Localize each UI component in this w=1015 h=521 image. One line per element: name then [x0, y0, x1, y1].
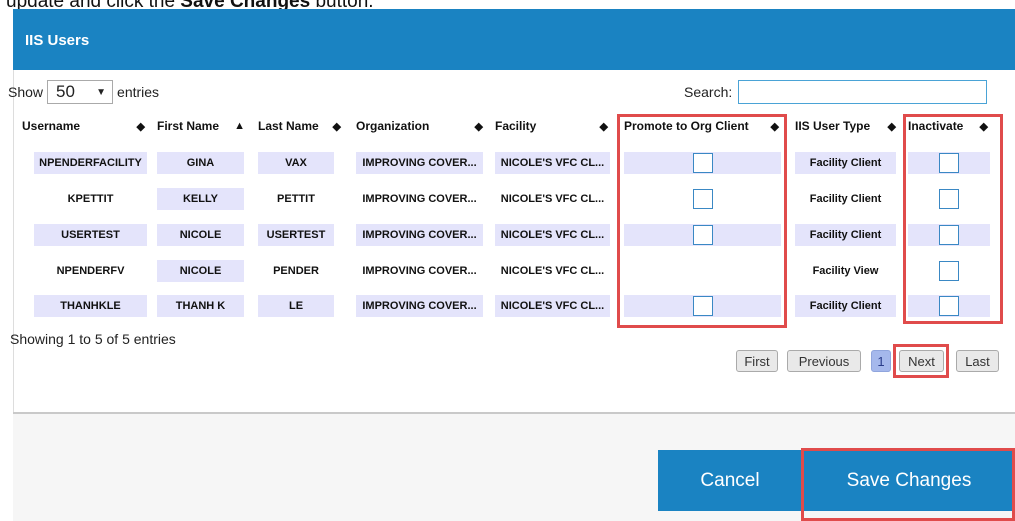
sort-icon: ◆	[979, 120, 988, 133]
search-label: Search:	[684, 84, 733, 100]
cell-user-type: Facility Client	[795, 224, 896, 246]
sort-icon: ◆	[474, 120, 483, 133]
col-header-user-type[interactable]: IIS User Type ◆	[795, 117, 896, 135]
inactivate-checkbox[interactable]	[939, 225, 959, 245]
cell-inactivate	[908, 260, 990, 282]
promote-checkbox[interactable]	[692, 296, 713, 316]
promote-checkbox[interactable]	[692, 153, 713, 173]
col-header-first-name[interactable]: First Name ▲	[157, 117, 245, 135]
cell-facility: NICOLE'S VFC CL...	[495, 295, 610, 317]
cell-user-type: Facility View	[812, 265, 879, 277]
sort-icon: ◆	[599, 120, 608, 133]
cell-last-name: USERTEST	[258, 224, 334, 246]
show-label: Show	[8, 84, 44, 100]
cell-username: USERTEST	[34, 224, 147, 246]
cell-first-name: KELLY	[157, 188, 244, 210]
pagination-next-button[interactable]: Next	[899, 350, 944, 372]
cell-first-name: THANH K	[157, 295, 244, 317]
search-input[interactable]	[738, 80, 988, 104]
table-info: Showing 1 to 5 of 5 entries	[10, 331, 176, 347]
cell-promote	[624, 152, 781, 174]
cell-first-name: GINA	[157, 152, 244, 174]
cell-organization: IMPROVING COVER...	[362, 193, 477, 205]
col-header-organization[interactable]: Organization ◆	[356, 117, 483, 135]
cell-promote	[624, 188, 781, 210]
promote-checkbox[interactable]	[692, 225, 713, 245]
col-header-username[interactable]: Username ◆	[22, 117, 145, 135]
pagination-previous-button[interactable]: Previous	[787, 350, 861, 372]
save-changes-button[interactable]: Save Changes	[803, 450, 1015, 511]
cell-username: KPETTIT	[67, 193, 114, 205]
inactivate-checkbox[interactable]	[939, 296, 959, 316]
modal-header: IIS Users	[13, 9, 1015, 70]
dropdown-arrow-icon: ▼	[96, 86, 107, 98]
cell-promote	[624, 224, 781, 246]
col-header-facility[interactable]: Facility ◆	[495, 117, 608, 135]
cell-facility: NICOLE'S VFC CL...	[495, 224, 610, 246]
entries-select[interactable]: 50 ▼	[47, 80, 114, 104]
cell-facility: NICOLE'S VFC CL...	[500, 265, 605, 277]
inactivate-checkbox[interactable]	[939, 189, 959, 209]
cell-first-name: NICOLE	[157, 260, 244, 282]
search-control: Search:	[684, 80, 988, 104]
cell-username: NPENDERFV	[56, 265, 125, 277]
cell-organization: IMPROVING COVER...	[356, 295, 483, 317]
cell-inactivate	[908, 224, 990, 246]
sort-icon: ◆	[136, 120, 145, 133]
col-header-promote[interactable]: Promote to Org Client ◆	[624, 117, 779, 135]
sort-icon: ◆	[332, 120, 341, 133]
sort-asc-icon: ▲	[234, 120, 245, 132]
inactivate-checkbox[interactable]	[939, 261, 959, 281]
cell-last-name: VAX	[258, 152, 334, 174]
cell-inactivate	[908, 295, 990, 317]
cell-inactivate	[908, 152, 990, 174]
cell-last-name: PENDER	[273, 265, 319, 277]
sort-icon: ◆	[770, 120, 779, 133]
pagination-last-button[interactable]: Last	[956, 350, 999, 372]
pagination-first-button[interactable]: First	[736, 350, 778, 372]
cell-username: NPENDERFACILITY	[34, 152, 147, 174]
cell-facility: NICOLE'S VFC CL...	[495, 152, 610, 174]
cell-username: THANHKLE	[34, 295, 147, 317]
inactivate-checkbox[interactable]	[939, 153, 959, 173]
cell-facility: NICOLE'S VFC CL...	[500, 193, 605, 205]
entries-value: 50	[56, 82, 75, 101]
cell-last-name: PETTIT	[277, 193, 315, 205]
cell-organization: IMPROVING COVER...	[362, 265, 477, 277]
promote-checkbox[interactable]	[692, 189, 713, 209]
cell-organization: IMPROVING COVER...	[356, 224, 483, 246]
entries-label: entries	[117, 84, 160, 100]
cell-user-type: Facility Client	[795, 152, 896, 174]
cell-organization: IMPROVING COVER...	[356, 152, 483, 174]
pagination-page-1[interactable]: 1	[871, 350, 891, 372]
entries-control: Show 50 ▼ entries	[8, 80, 159, 104]
col-header-inactivate[interactable]: Inactivate ◆	[908, 117, 988, 135]
cell-first-name: NICOLE	[157, 224, 244, 246]
cell-inactivate	[908, 188, 990, 210]
cell-user-type: Facility Client	[795, 295, 896, 317]
cell-promote	[624, 295, 781, 317]
cell-user-type: Facility Client	[809, 193, 882, 205]
sort-icon: ◆	[887, 120, 896, 133]
modal-title: IIS Users	[25, 32, 90, 49]
col-header-last-name[interactable]: Last Name ◆	[258, 117, 341, 135]
cell-last-name: LE	[258, 295, 334, 317]
cancel-button[interactable]: Cancel	[658, 450, 802, 511]
